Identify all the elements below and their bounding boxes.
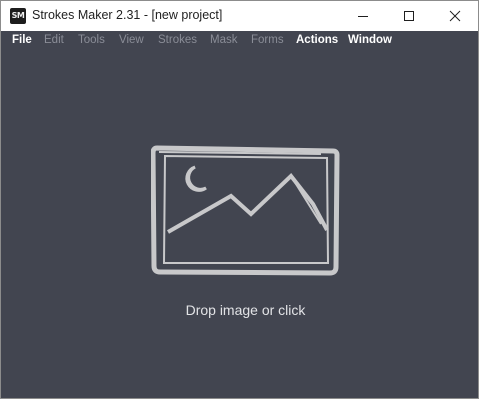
menu-mask[interactable]: Mask bbox=[210, 34, 237, 46]
app-window: SM Strokes Maker 2.31 - [new project] Fi… bbox=[0, 0, 479, 399]
menu-actions[interactable]: Actions bbox=[296, 34, 338, 46]
close-icon bbox=[449, 10, 461, 22]
minimize-button[interactable] bbox=[340, 1, 386, 31]
minimize-icon bbox=[358, 16, 368, 17]
maximize-button[interactable] bbox=[386, 1, 432, 31]
menu-edit[interactable]: Edit bbox=[44, 34, 64, 46]
menu-strokes[interactable]: Strokes bbox=[158, 34, 197, 46]
maximize-icon bbox=[404, 11, 414, 21]
close-button[interactable] bbox=[432, 1, 478, 31]
menu-window[interactable]: Window bbox=[348, 34, 392, 46]
menu-forms[interactable]: Forms bbox=[251, 34, 284, 46]
menu-file[interactable]: File bbox=[12, 34, 32, 46]
menu-bar: File Edit Tools View Strokes Mask Forms … bbox=[1, 31, 478, 52]
title-bar[interactable]: SM Strokes Maker 2.31 - [new project] bbox=[1, 1, 478, 31]
image-placeholder-icon bbox=[151, 145, 340, 276]
app-logo-icon: SM bbox=[10, 8, 26, 24]
window-title: Strokes Maker 2.31 - [new project] bbox=[32, 8, 223, 22]
drop-hint-label: Drop image or click bbox=[185, 302, 306, 318]
image-drop-area[interactable]: Drop image or click bbox=[1, 52, 478, 398]
menu-view[interactable]: View bbox=[119, 34, 144, 46]
menu-tools[interactable]: Tools bbox=[78, 34, 105, 46]
